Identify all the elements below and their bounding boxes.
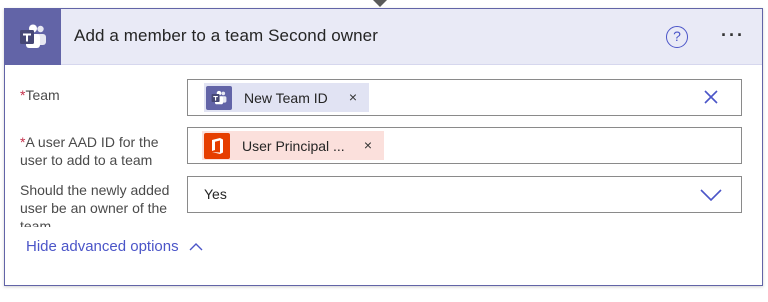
office-icon: [204, 132, 230, 159]
owner-select[interactable]: Yes: [187, 176, 742, 213]
team-token[interactable]: New Team ID ×: [204, 83, 369, 112]
user-token-remove-button[interactable]: ×: [364, 137, 372, 153]
user-label: *A user AAD ID for the user to add to a …: [20, 133, 159, 169]
team-token-label: New Team ID: [244, 89, 328, 106]
team-token-remove-button[interactable]: ×: [349, 89, 357, 105]
teams-icon: [5, 9, 61, 65]
more-options-button[interactable]: ···: [716, 23, 750, 47]
action-card: Add a member to a team Second owner ? ··…: [4, 8, 763, 286]
owner-select-value: Yes: [204, 186, 227, 202]
team-label-text: Team: [25, 87, 60, 103]
chevron-down-icon[interactable]: [700, 189, 722, 201]
action-card-header[interactable]: Add a member to a team Second owner ? ··…: [5, 9, 762, 65]
advanced-label: Hide advanced options: [26, 238, 179, 255]
user-token-label: User Principal ...: [242, 137, 345, 154]
teams-icon: [206, 85, 232, 110]
owner-label-line2: user be an owner of the: [20, 200, 168, 216]
team-field[interactable]: New Team ID ×: [187, 79, 742, 116]
user-token[interactable]: User Principal ... ×: [202, 131, 384, 160]
chevron-up-icon: [189, 243, 203, 251]
owner-label: Should the newly added user be an owner …: [20, 181, 186, 227]
hide-advanced-options-link[interactable]: Hide advanced options: [26, 238, 203, 255]
owner-label-clipped: team: [20, 218, 52, 227]
close-icon[interactable]: [703, 89, 719, 105]
team-label: *Team: [20, 86, 60, 104]
connector-arrow-icon: [373, 0, 387, 7]
action-title: Add a member to a team Second owner: [74, 26, 378, 45]
user-label-line1: A user AAD ID for the: [25, 134, 159, 150]
help-button[interactable]: ?: [666, 26, 688, 48]
user-id-field[interactable]: User Principal ... ×: [187, 127, 742, 164]
owner-label-line1: Should the newly added: [20, 182, 170, 198]
user-label-line2: user to add to a team: [20, 152, 153, 168]
